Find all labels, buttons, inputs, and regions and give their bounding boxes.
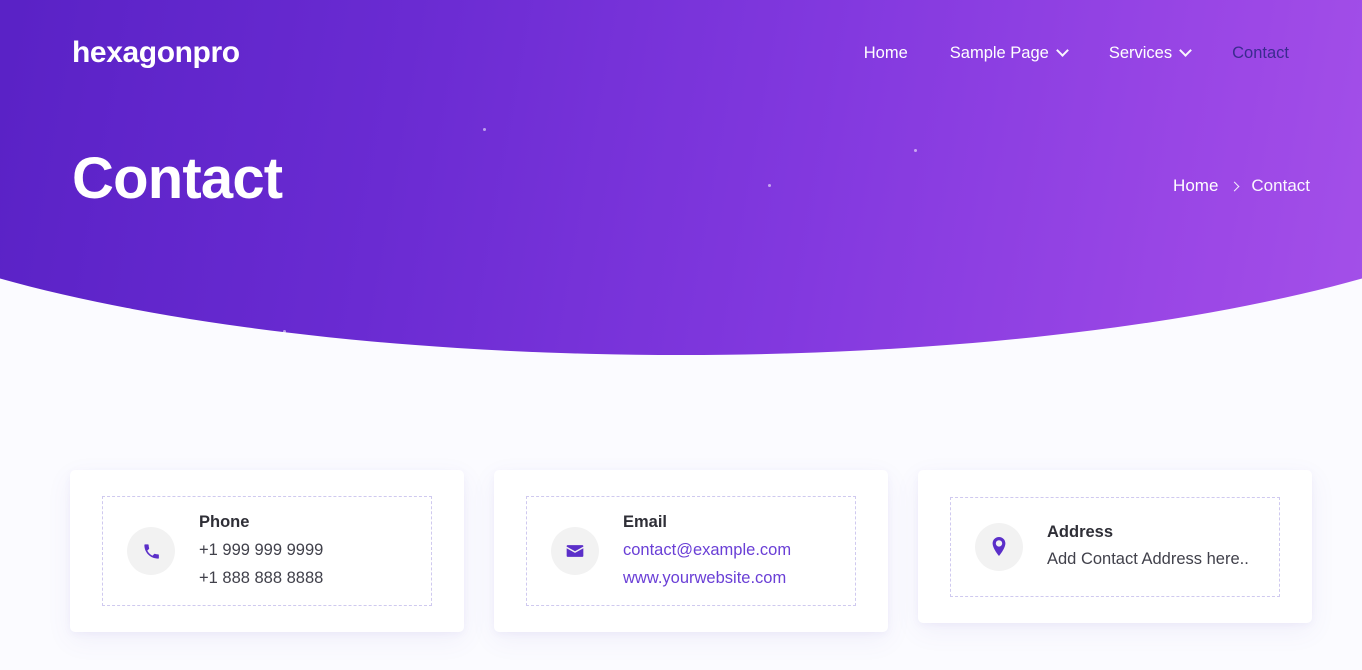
nav-item-label: Contact bbox=[1232, 43, 1289, 62]
contact-card-phone: Phone +1 999 999 9999 +1 888 888 8888 bbox=[70, 470, 464, 632]
breadcrumb-item-current: Contact bbox=[1251, 176, 1310, 195]
chevron-down-icon bbox=[1179, 43, 1192, 57]
breadcrumb: Home Contact bbox=[1173, 162, 1310, 196]
breadcrumb-item-home[interactable]: Home bbox=[1173, 176, 1218, 196]
nav-item-sample-page[interactable]: Sample Page bbox=[929, 38, 1088, 69]
envelope-icon bbox=[551, 527, 599, 575]
chevron-down-icon bbox=[1055, 43, 1069, 57]
card-link-email[interactable]: contact@example.com bbox=[623, 538, 791, 564]
site-header: hexagonpro Home Sample Page Services Con… bbox=[0, 0, 1362, 106]
card-text-block: Phone +1 999 999 9999 +1 888 888 8888 bbox=[199, 510, 323, 591]
contact-card-email: Email contact@example.com www.yourwebsit… bbox=[494, 470, 888, 632]
nav-item-label: Services bbox=[1108, 43, 1173, 62]
card-inner-dashed-frame: Address Add Contact Address here.. bbox=[950, 496, 1280, 597]
contact-card-address: Address Add Contact Address here.. bbox=[918, 470, 1312, 623]
hero-content: Contact Home Contact bbox=[0, 150, 1362, 208]
nav-item-services[interactable]: Services bbox=[1088, 38, 1211, 69]
card-line-secondary: +1 888 888 8888 bbox=[199, 568, 324, 587]
page-title: Contact bbox=[72, 146, 283, 211]
phone-icon bbox=[127, 527, 175, 575]
card-title: Phone bbox=[199, 513, 250, 532]
main-navigation: Home Sample Page Services Contact bbox=[843, 38, 1310, 69]
nav-item-contact[interactable]: Contact bbox=[1211, 38, 1310, 69]
card-line-primary: +1 999 999 9999 bbox=[199, 541, 324, 560]
card-inner-dashed-frame: Email contact@example.com www.yourwebsit… bbox=[526, 496, 856, 606]
nav-item-home[interactable]: Home bbox=[843, 38, 929, 69]
card-line-primary: Add Contact Address here.. bbox=[1047, 550, 1249, 569]
card-inner-dashed-frame: Phone +1 999 999 9999 +1 888 888 8888 bbox=[102, 496, 432, 606]
contact-info-cards: Phone +1 999 999 9999 +1 888 888 8888 Em… bbox=[70, 470, 1312, 632]
card-link-website[interactable]: www.yourwebsite.com bbox=[623, 566, 791, 592]
nav-item-label: Sample Page bbox=[949, 43, 1049, 62]
nav-item-label: Home bbox=[863, 43, 908, 62]
card-text-block: Email contact@example.com www.yourwebsit… bbox=[623, 510, 791, 591]
card-text-block: Address Add Contact Address here.. bbox=[1047, 520, 1249, 573]
map-pin-icon bbox=[975, 522, 1023, 571]
card-title: Email bbox=[623, 513, 668, 532]
card-title: Address bbox=[1047, 522, 1114, 541]
site-logo[interactable]: hexagonpro bbox=[72, 36, 240, 70]
chevron-right-icon bbox=[1229, 181, 1240, 191]
